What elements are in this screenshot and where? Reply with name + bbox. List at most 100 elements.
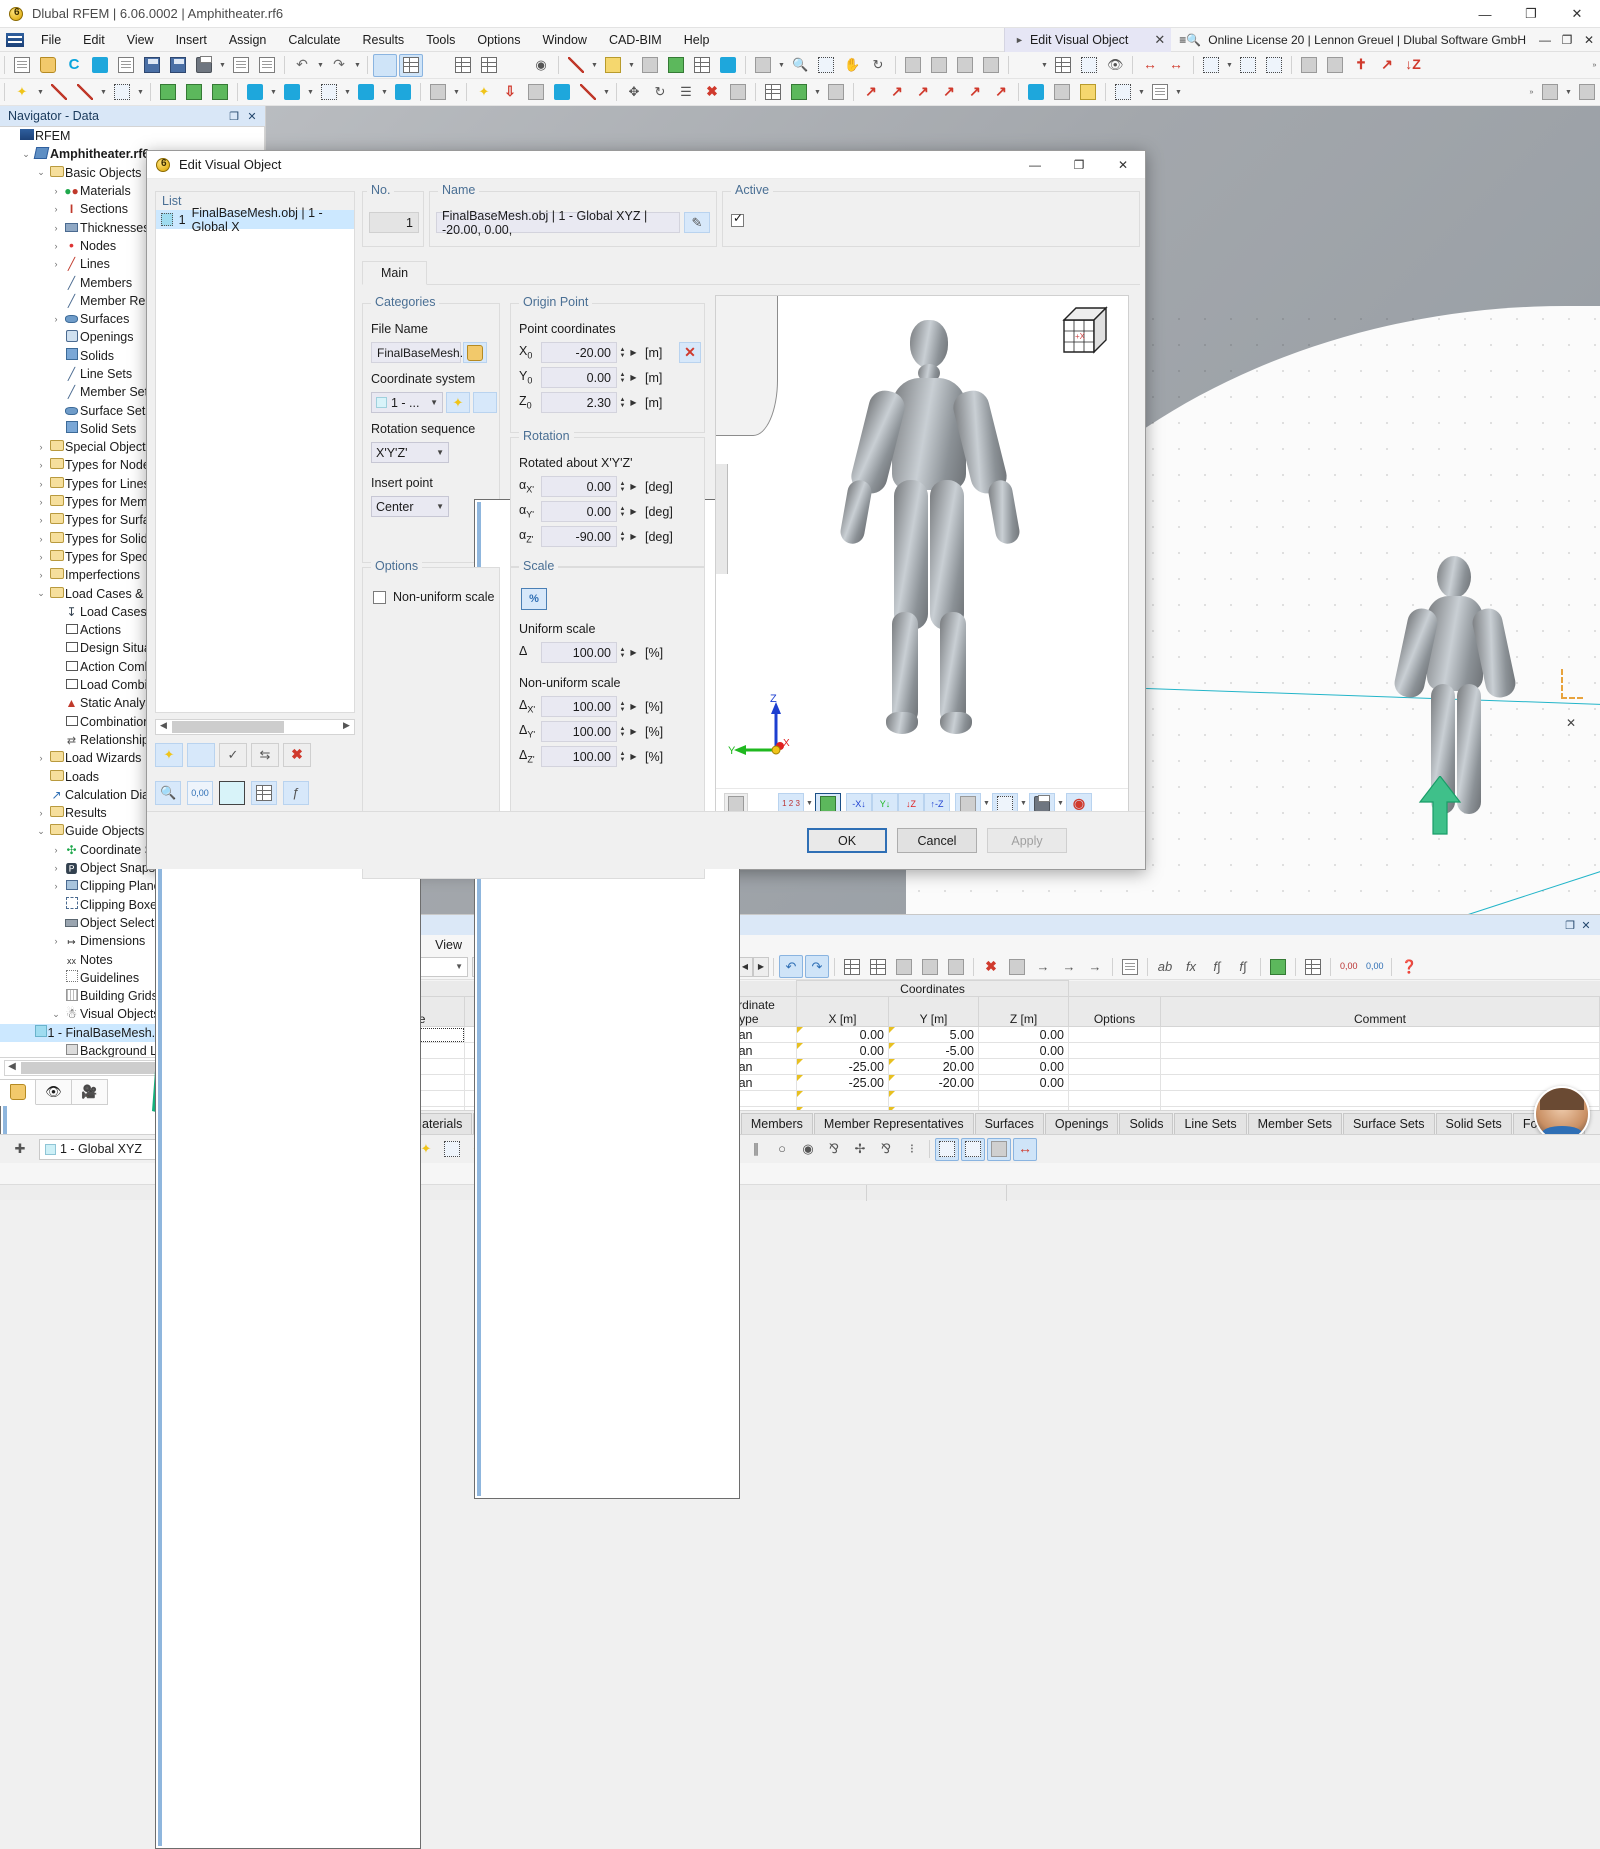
- result-force-button[interactable]: ↗: [885, 81, 909, 104]
- object-tab-member-sets[interactable]: Member Sets: [1247, 1113, 1342, 1134]
- grid-snap-button[interactable]: [1199, 54, 1223, 77]
- dialog-info-button[interactable]: ƒ: [283, 781, 309, 805]
- chevron-down-icon[interactable]: ▼: [455, 962, 463, 971]
- list-button[interactable]: [0, 54, 527, 1158]
- table-help-button[interactable]: ❓: [1397, 955, 1421, 978]
- name-edit-button[interactable]: ✎: [684, 212, 710, 233]
- result-deform-button[interactable]: ↗: [859, 81, 883, 104]
- expand-icon[interactable]: ▶: [628, 696, 639, 717]
- browse-file-button[interactable]: [463, 342, 487, 363]
- table-menu-view[interactable]: View: [426, 936, 471, 954]
- rotation-sequence-combo[interactable]: X'Y'Z' ▼: [371, 442, 449, 463]
- expander-icon[interactable]: ›: [49, 223, 63, 233]
- spinner-icon[interactable]: ▲ ▼: [617, 367, 628, 388]
- object-tab-solid-sets[interactable]: Solid Sets: [1435, 1113, 1512, 1134]
- cell-x[interactable]: -25.00: [796, 1058, 890, 1075]
- cs-origin-icon[interactable]: ✚: [8, 1138, 32, 1161]
- table-compare-button[interactable]: [1301, 955, 1325, 978]
- expand-icon[interactable]: ▶: [628, 367, 639, 388]
- new-line-button[interactable]: [47, 81, 71, 104]
- design-steel-button[interactable]: [1024, 81, 1048, 104]
- result-anim-button[interactable]: ↗: [989, 81, 1013, 104]
- cell-z[interactable]: [978, 1090, 1070, 1107]
- expander-icon[interactable]: ›: [49, 881, 63, 891]
- load-member-button[interactable]: [524, 81, 548, 104]
- table-ab-button[interactable]: ab: [1153, 955, 1177, 978]
- cloud-open-button[interactable]: C: [62, 54, 86, 77]
- spinner-icon[interactable]: ▲ ▼: [617, 526, 628, 547]
- spinner-icon[interactable]: ▲ ▼: [617, 746, 628, 767]
- expand-icon[interactable]: ▶: [628, 501, 639, 522]
- new-member-button[interactable]: [73, 81, 97, 104]
- spin-row-value[interactable]: 0.00: [541, 501, 617, 522]
- expander-icon[interactable]: ›: [34, 753, 48, 763]
- new-surface-dropdown-icon[interactable]: ▼: [135, 81, 146, 104]
- object-tab-member-representatives[interactable]: Member Representatives: [813, 1113, 974, 1134]
- name-field[interactable]: FinalBaseMesh.obj | 1 - Global XYZ | -20…: [436, 209, 680, 237]
- visual-object-list[interactable]: List 1 FinalBaseMesh.obj | 1 - Global X: [155, 191, 355, 713]
- cell-options[interactable]: [1068, 1058, 1162, 1075]
- save-button[interactable]: [140, 54, 164, 77]
- rotate-obj-button[interactable]: ↻: [648, 81, 672, 104]
- display-nav-button[interactable]: [0, 54, 1038, 1158]
- design-timber-button[interactable]: [1076, 81, 1100, 104]
- cell-y[interactable]: 20.00: [888, 1058, 980, 1075]
- result-iso-button[interactable]: ↗: [963, 81, 987, 104]
- new-model-button[interactable]: [10, 54, 34, 77]
- nodes-table-restore-button[interactable]: ❐: [1562, 919, 1578, 932]
- new-lineset-dropdown-icon[interactable]: ▼: [342, 81, 353, 104]
- cell-comment[interactable]: [1160, 1042, 1600, 1059]
- expand-icon[interactable]: ▶: [628, 526, 639, 547]
- cell-comment[interactable]: [1160, 1074, 1600, 1091]
- object-tab-line-sets[interactable]: Line Sets: [1174, 1113, 1247, 1134]
- expander-icon[interactable]: ›: [49, 936, 63, 946]
- load-line-button[interactable]: ⇩: [498, 81, 522, 104]
- cube-view-button[interactable]: [1297, 54, 1321, 77]
- table-blank-button[interactable]: [1118, 955, 1142, 978]
- list-scroll-left-icon[interactable]: ◀: [157, 720, 170, 734]
- grid-column-header[interactable]: X [m]: [796, 996, 890, 1027]
- spin-row-value[interactable]: -20.00: [541, 342, 617, 363]
- support-surface-button[interactable]: [208, 81, 232, 104]
- sb-intersect-button[interactable]: ✢: [848, 1138, 872, 1161]
- spinner-icon[interactable]: ▲ ▼: [617, 392, 628, 413]
- dialog-search-button[interactable]: 🔍: [155, 781, 181, 805]
- table-delete-row-button[interactable]: [918, 955, 942, 978]
- expander-icon[interactable]: ›: [34, 479, 48, 489]
- expander-icon[interactable]: ⌄: [34, 588, 48, 599]
- box-button[interactable]: [1323, 54, 1347, 77]
- cell-y[interactable]: -20.00: [888, 1074, 980, 1091]
- nodes-grid[interactable]: CoordinatesNodeNo.Node TypeReferenceNode…: [266, 980, 1600, 1110]
- cell-comment[interactable]: [1160, 1058, 1600, 1075]
- active-dialog-tab[interactable]: ► Edit Visual Object ✕: [1004, 28, 1172, 52]
- cell-x[interactable]: -25.00: [796, 1074, 890, 1091]
- dialog-maximize-button[interactable]: ❐: [1057, 151, 1101, 179]
- pan-button[interactable]: ✋: [840, 54, 864, 77]
- table-export-a-button[interactable]: →: [1031, 955, 1055, 978]
- chevron-down-icon[interactable]: ▼: [436, 448, 444, 457]
- material-button[interactable]: [601, 54, 625, 77]
- cell-options[interactable]: [1068, 1026, 1162, 1043]
- mesh-gen-button[interactable]: [787, 81, 811, 104]
- support-nodal-button[interactable]: [156, 81, 180, 104]
- table-row[interactable]: 4Standard--1 - Global XYZCartesian-25.00…: [266, 1074, 1600, 1091]
- expander-icon[interactable]: ›: [34, 460, 48, 470]
- menu-options[interactable]: Options: [466, 30, 531, 50]
- expand-icon[interactable]: ▶: [628, 746, 639, 767]
- expander-icon[interactable]: ⌄: [34, 167, 48, 178]
- table-undo-button[interactable]: ↶: [779, 955, 803, 978]
- spin-row-value[interactable]: -90.00: [541, 526, 617, 547]
- dialog-legend-button[interactable]: [251, 781, 277, 805]
- undo-button[interactable]: ↶: [290, 54, 314, 77]
- zoom-all-button[interactable]: 🔍: [788, 54, 812, 77]
- console-button[interactable]: [451, 54, 475, 77]
- menu-file[interactable]: File: [30, 30, 72, 50]
- copy-visual-object-button[interactable]: [155, 743, 421, 1849]
- sb-parallel-button[interactable]: ∥: [744, 1138, 768, 1161]
- view-cube-icon[interactable]: +X: [1054, 302, 1120, 364]
- new-lineset-button[interactable]: [317, 81, 341, 104]
- spin-row-value[interactable]: 0.00: [541, 476, 617, 497]
- object-tab-surfaces[interactable]: Surfaces: [974, 1113, 1044, 1134]
- section-editor-dropdown-icon[interactable]: ▼: [589, 54, 600, 77]
- sb-circle-button[interactable]: ◉: [796, 1138, 820, 1161]
